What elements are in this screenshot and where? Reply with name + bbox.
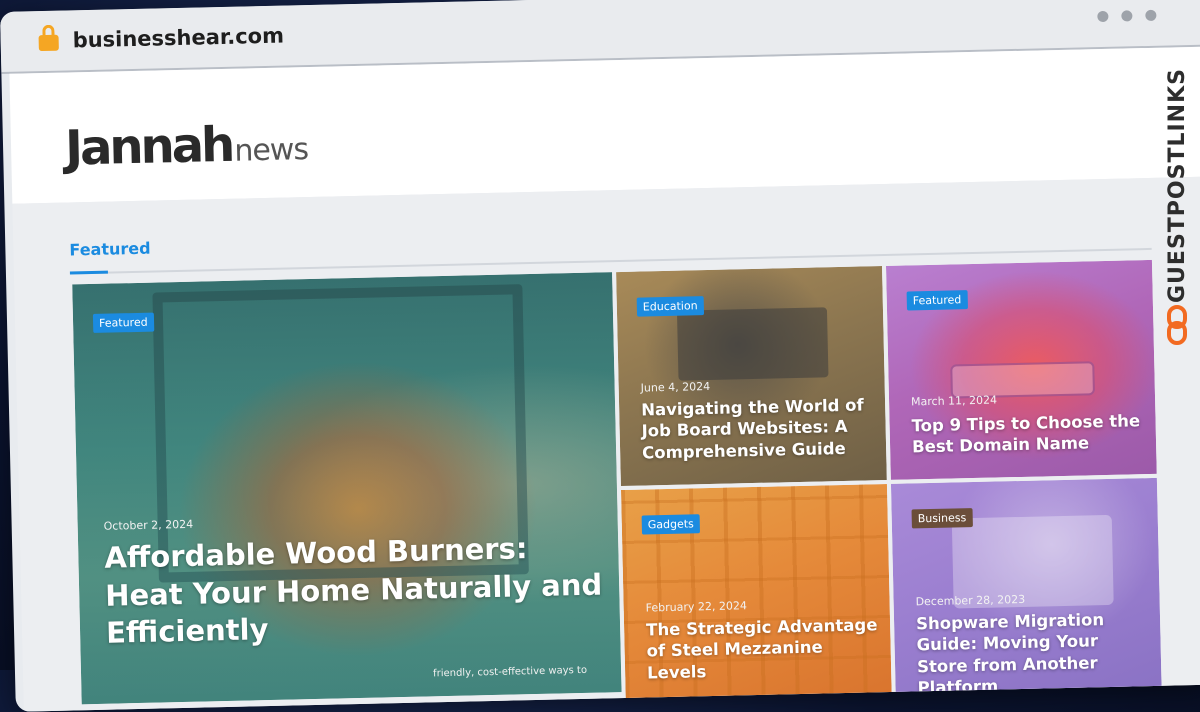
post-title[interactable]: Top 9 Tips to Choose the Best Domain Nam… bbox=[911, 410, 1148, 458]
category-badge[interactable]: Gadgets bbox=[641, 514, 701, 535]
lock-icon bbox=[38, 34, 59, 52]
window-dot-icon bbox=[1097, 10, 1109, 23]
category-badge[interactable]: Business bbox=[911, 508, 973, 529]
logo-sub: news bbox=[233, 132, 309, 169]
url-text[interactable]: businesshear.com bbox=[72, 24, 284, 53]
post-date: March 11, 2024 bbox=[910, 393, 998, 409]
post-title[interactable]: Affordable Wood Burners: Heat Your Home … bbox=[104, 528, 606, 652]
post-title[interactable]: The Strategic Advantage of Steel Mezzani… bbox=[646, 614, 883, 684]
featured-section: Featured Featured October 2, 2024 Afford… bbox=[12, 176, 1200, 712]
laptop-shape bbox=[676, 307, 829, 381]
post-date: October 2, 2024 bbox=[103, 517, 194, 533]
post-date: February 22, 2024 bbox=[645, 599, 748, 615]
post-title[interactable]: Navigating the World of Job Board Websit… bbox=[641, 394, 874, 464]
featured-card[interactable]: Gadgets February 22, 2024 The Strategic … bbox=[621, 483, 892, 704]
window-dot-icon bbox=[1145, 9, 1157, 22]
category-badge[interactable]: Featured bbox=[92, 312, 154, 333]
window-controls bbox=[1097, 9, 1157, 23]
post-title[interactable]: Shopware Migration Guide: Moving Your St… bbox=[916, 608, 1154, 698]
category-badge[interactable]: Education bbox=[636, 296, 704, 317]
www-bar bbox=[950, 361, 1095, 399]
post-date: December 28, 2023 bbox=[915, 592, 1026, 609]
category-badge[interactable]: Featured bbox=[906, 290, 968, 311]
featured-card[interactable]: Business December 28, 2023 Shopware Migr… bbox=[890, 477, 1162, 698]
guestpostlinks-watermark: GUESTPOSTLINKS bbox=[1156, 55, 1200, 365]
featured-card[interactable]: Featured March 11, 2024 Top 9 Tips to Ch… bbox=[885, 259, 1157, 480]
browser-window: businesshear.com Jannah news Featured Fe… bbox=[0, 0, 1200, 712]
site-logo[interactable]: Jannah news bbox=[64, 116, 309, 177]
logo-main: Jannah bbox=[64, 116, 233, 177]
featured-card-main[interactable]: Featured October 2, 2024 Affordable Wood… bbox=[72, 272, 622, 705]
section-title[interactable]: Featured bbox=[69, 239, 151, 260]
link-icon bbox=[1167, 305, 1187, 345]
post-date: June 4, 2024 bbox=[640, 379, 711, 395]
section-divider-accent bbox=[69, 270, 108, 275]
window-dot-icon bbox=[1121, 10, 1133, 22]
featured-card[interactable]: Education June 4, 2024 Navigating the Wo… bbox=[616, 266, 887, 487]
watermark-text: GUESTPOSTLINKS bbox=[1165, 68, 1190, 303]
